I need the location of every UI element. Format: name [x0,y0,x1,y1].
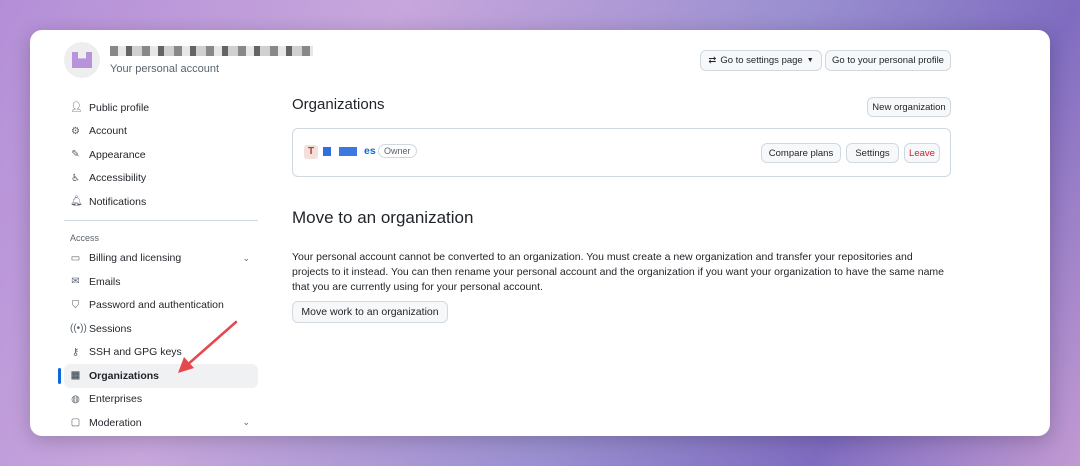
annotation-arrow [178,320,238,373]
